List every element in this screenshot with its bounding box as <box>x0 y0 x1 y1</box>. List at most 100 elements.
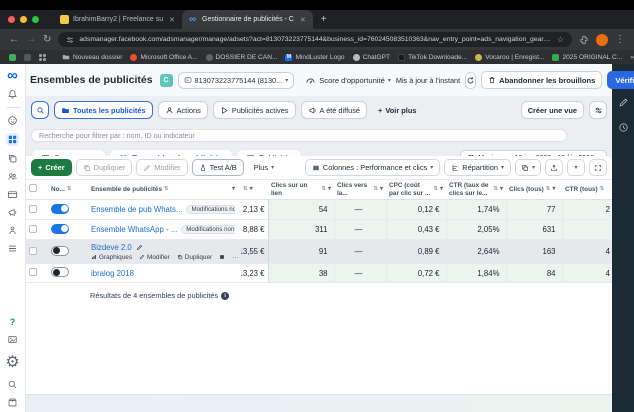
apps-grid-icon[interactable] <box>39 54 46 61</box>
ads-manager-grid-icon[interactable] <box>6 133 19 146</box>
more-actions[interactable]: ··· <box>232 254 238 261</box>
browser-tab-ads-manager[interactable]: ∞ Gestionnaire de publicités - C ✕ <box>182 10 313 29</box>
bookmark-item[interactable]: M MindLuster Logo <box>285 54 344 61</box>
adset-name-link[interactable]: Bizdeve 2.0 <box>91 243 132 252</box>
forward-icon[interactable]: → <box>26 35 36 45</box>
minimize-window-icon[interactable] <box>20 16 27 23</box>
columns-button[interactable]: Colonnes : Performance et clics ▾ <box>305 159 440 176</box>
browser-menu-icon[interactable]: ⋮ <box>615 35 625 45</box>
header-link-clicks[interactable]: Clics sur un lien⇅▾ <box>268 180 334 200</box>
help-icon[interactable]: ? <box>10 317 16 327</box>
view-settings-button[interactable] <box>589 101 607 119</box>
reports-button[interactable]: ▾ <box>515 159 541 176</box>
header-checkbox[interactable] <box>26 180 48 200</box>
close-window-icon[interactable] <box>8 16 15 23</box>
row-checkbox[interactable] <box>29 247 37 255</box>
window-controls[interactable] <box>8 16 39 23</box>
maximize-window-icon[interactable] <box>32 16 39 23</box>
create-view-button[interactable]: Créer une vue <box>521 101 584 119</box>
bookmark-item[interactable]: ChatGPT <box>353 54 390 61</box>
address-bar[interactable]: adsmanager.facebook.com/adsmanager/manag… <box>58 32 572 47</box>
bookmark-item[interactable]: 2025 ORIGINAL C... <box>552 54 622 61</box>
pinned-app-icon[interactable] <box>24 54 31 61</box>
edit-pencil-icon[interactable] <box>136 244 143 251</box>
bookmark-item[interactable]: Vocaroo | Enregist... <box>475 54 544 61</box>
info-icon[interactable]: i <box>221 292 229 300</box>
filter-delivered-button[interactable]: A été diffusé <box>301 101 368 119</box>
chevron-down-icon[interactable]: ▾ <box>232 186 235 193</box>
chevron-down-icon[interactable]: ▾ <box>328 186 331 193</box>
filter-active-ads-button[interactable]: Publicités actives <box>213 101 296 119</box>
ab-test-button[interactable]: Test A/B <box>192 159 244 176</box>
close-tab-icon[interactable]: ✕ <box>300 16 306 24</box>
row-checkbox[interactable] <box>29 205 37 213</box>
meta-logo[interactable]: ∞ <box>7 70 18 82</box>
duplicate-action[interactable]: Dupliquer <box>177 254 212 261</box>
header-name[interactable]: Ensemble de publicités⇅▾ <box>88 180 238 200</box>
adset-active-toggle[interactable] <box>51 204 69 214</box>
ads-reporting-icon[interactable] <box>7 153 18 164</box>
account-selector[interactable]: 813073223775144 (8130... ▾ <box>178 72 295 89</box>
adset-active-toggle[interactable] <box>51 224 69 234</box>
opportunity-score[interactable]: Score d'opportunité ▾ <box>305 75 391 86</box>
more-button[interactable]: Plus ▾ <box>248 159 280 176</box>
events-manager-icon[interactable] <box>7 225 18 236</box>
edit-action[interactable]: Modifier <box>139 254 170 261</box>
create-button[interactable]: + Créer <box>31 159 72 176</box>
extensions-icon[interactable] <box>579 35 589 45</box>
select-all-checkbox[interactable] <box>29 184 37 192</box>
site-settings-icon[interactable] <box>66 36 74 44</box>
reload-icon[interactable]: ↻ <box>43 35 51 45</box>
row-checkbox[interactable] <box>29 268 37 276</box>
chevron-down-icon[interactable]: ▾ <box>250 186 253 193</box>
bookmarks-overflow-chevron[interactable]: » <box>630 54 634 61</box>
header-ctr-all[interactable]: CTR (tous)⇅ <box>562 180 612 200</box>
bookmark-item[interactable]: TikTok Downloade... <box>398 54 467 61</box>
charts-action[interactable]: Graphiques <box>91 254 132 261</box>
export-options-button[interactable]: ▾ <box>567 159 585 176</box>
edit-button[interactable]: Modifier <box>136 159 187 176</box>
billing-icon[interactable] <box>7 189 18 200</box>
search-filter-button[interactable] <box>31 101 49 119</box>
media-library-icon[interactable] <box>7 334 18 345</box>
discard-drafts-button[interactable]: Abandonner les brouillons <box>481 71 602 89</box>
header-ctr[interactable]: CTR (taux de clics sur le...⇅▾ <box>446 180 506 200</box>
adset-active-toggle[interactable] <box>51 246 69 256</box>
browser-tab-freelance[interactable]: IbrahimBarry2 | Freelance su ✕ <box>53 12 182 28</box>
duplicate-button[interactable]: Dupliquer <box>76 159 133 176</box>
pin-action[interactable] <box>219 254 225 260</box>
header-landing-clicks[interactable]: Clics vers la...⇅▾ <box>334 180 386 200</box>
filter-actions-button[interactable]: Actions <box>158 101 208 119</box>
notifications-bell-icon[interactable] <box>7 89 18 100</box>
export-button[interactable] <box>545 159 563 176</box>
business-apps-icon[interactable] <box>7 397 18 408</box>
expand-table-button[interactable] <box>589 159 607 176</box>
activity-history-clock-icon[interactable] <box>618 122 629 133</box>
refresh-button[interactable] <box>465 72 476 89</box>
chevron-down-icon[interactable]: ▾ <box>380 186 383 193</box>
table-search-input[interactable] <box>31 129 567 142</box>
chevron-down-icon[interactable]: ▾ <box>500 186 503 193</box>
edit-pencil-icon[interactable] <box>618 97 629 108</box>
adset-name-link[interactable]: Ensemble de pub Whats... <box>91 205 182 214</box>
back-icon[interactable]: ← <box>9 35 19 45</box>
pinned-app-icon[interactable] <box>9 54 16 61</box>
search-icon[interactable] <box>7 379 18 390</box>
chevron-down-icon[interactable]: ▾ <box>552 186 555 193</box>
bookmark-item[interactable]: Nouveau dossier <box>62 53 122 61</box>
adset-name-link[interactable]: Ensemble WhatsApp - ... <box>91 225 177 234</box>
all-tools-menu-icon[interactable] <box>7 243 18 254</box>
advertising-megaphone-icon[interactable] <box>7 207 18 218</box>
chevron-down-icon[interactable]: ▾ <box>440 186 443 193</box>
see-more-filters-button[interactable]: + Voir plus <box>372 101 422 119</box>
publish-button[interactable]: Vérifier et publier (6) <box>607 71 634 89</box>
close-tab-icon[interactable]: ✕ <box>169 16 175 24</box>
adset-active-toggle[interactable] <box>51 267 69 277</box>
header-clicks-all[interactable]: Clics (tous)⇅▾ <box>506 180 562 200</box>
header-toggle[interactable]: No...⇅ <box>48 180 88 200</box>
settings-gear-icon[interactable]: ⚙ <box>5 352 19 372</box>
breakdown-button[interactable]: Répartition ▾ <box>444 159 511 176</box>
row-checkbox[interactable] <box>29 225 37 233</box>
bookmark-item[interactable]: DOSSIER DE CAN... <box>206 54 278 61</box>
audiences-icon[interactable] <box>7 171 18 182</box>
